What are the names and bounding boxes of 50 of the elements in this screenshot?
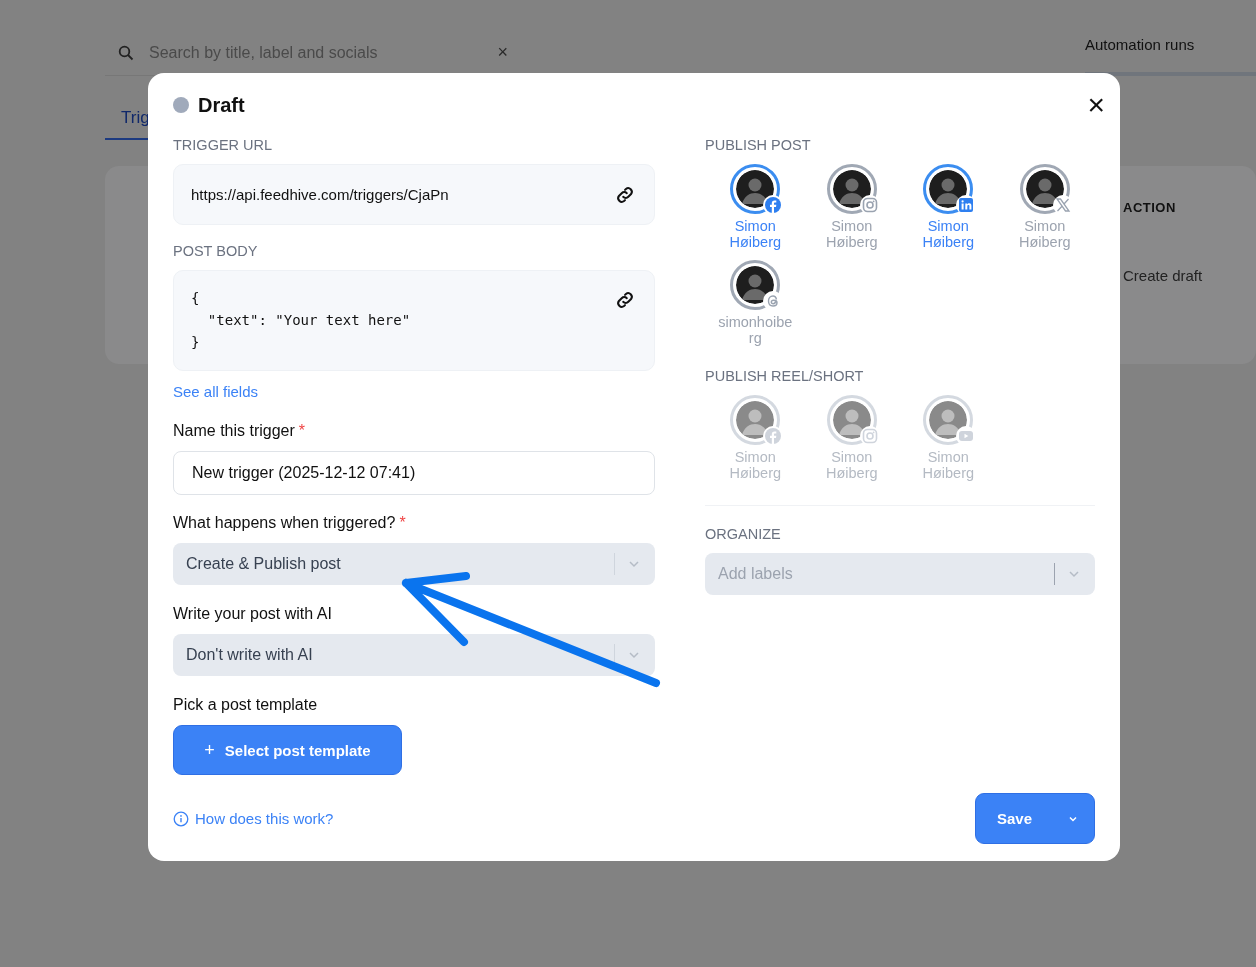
- link-icon[interactable]: [614, 289, 636, 311]
- clear-button[interactable]: ×: [497, 42, 508, 63]
- account-option[interactable]: simonhoiberg: [707, 260, 804, 346]
- close-button[interactable]: ×: [1087, 90, 1105, 120]
- avatar: [1025, 170, 1064, 208]
- dialog-title: Draft: [198, 93, 245, 117]
- see-all-fields-link[interactable]: See all fields: [173, 383, 655, 400]
- save-button[interactable]: Save: [975, 793, 1095, 844]
- labels-dropdown[interactable]: Add labels: [705, 553, 1095, 595]
- avatar: [736, 266, 775, 304]
- section-label: ORGANIZE: [705, 526, 782, 542]
- search-icon: [118, 44, 134, 61]
- avatar: [832, 170, 871, 208]
- x-logo-icon: [1054, 197, 1071, 213]
- section-label: PUBLISH REEL/SHORT: [705, 368, 865, 384]
- avatar: [736, 170, 775, 208]
- code-line: "text": "Your text here": [206, 311, 411, 330]
- section-label: PUBLISH POST: [705, 137, 812, 153]
- name-field[interactable]: New trigger (2025-12-12 07:41): [173, 451, 655, 495]
- action-dropdown[interactable]: Create & Publish post: [173, 543, 655, 585]
- avatar: [832, 401, 871, 439]
- linkedin-icon: [958, 197, 975, 213]
- avatar: [929, 401, 968, 439]
- facebook-icon: [765, 197, 782, 213]
- avatar: [736, 401, 775, 439]
- instagram-icon: [861, 428, 878, 444]
- code-line: }: [191, 333, 201, 352]
- field-label: What happens when triggered? *: [173, 514, 407, 532]
- video-play-icon: [958, 428, 975, 444]
- info-icon: [173, 810, 189, 827]
- account-option[interactable]: Simon Høiberg: [707, 164, 804, 250]
- code-line: {: [191, 289, 201, 308]
- field-label: Write your post with AI: [173, 605, 333, 623]
- facebook-icon: [765, 428, 782, 444]
- table-cell-text: Create draft: [1123, 267, 1204, 284]
- section-label: POST BODY: [173, 243, 259, 259]
- url-text: https://api.feedhive.com/triggers/CjaPn: [191, 186, 449, 203]
- status-dot: [173, 97, 189, 113]
- section-label: TRIGGER URL: [173, 137, 274, 153]
- field-label: Name this trigger *: [173, 422, 307, 440]
- ai-dropdown[interactable]: Don't write with AI: [173, 634, 655, 676]
- account-option[interactable]: Simon Høiberg: [900, 164, 997, 250]
- account-option[interactable]: Simon Høiberg: [803, 164, 900, 250]
- help-link[interactable]: How does this work?: [173, 810, 334, 827]
- account-option[interactable]: Simon Høiberg: [996, 164, 1093, 250]
- column-header: ACTION: [1123, 200, 1177, 215]
- avatar: [929, 170, 968, 208]
- select-template-button[interactable]: + Select post template: [173, 725, 402, 775]
- field-label: Pick a post template: [173, 696, 319, 714]
- instagram-icon: [861, 197, 878, 213]
